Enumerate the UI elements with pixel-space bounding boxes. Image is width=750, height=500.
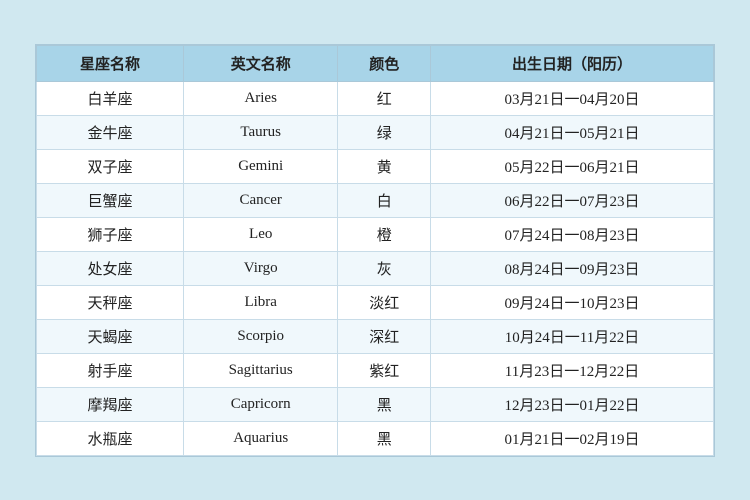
table-cell-2-3: 05月22日一06月21日 xyxy=(430,149,713,183)
table-cell-7-3: 10月24日一11月22日 xyxy=(430,319,713,353)
table-cell-2-2: 黄 xyxy=(338,149,431,183)
table-cell-9-2: 黑 xyxy=(338,387,431,421)
table-body: 白羊座Aries红03月21日一04月20日金牛座Taurus绿04月21日一0… xyxy=(37,81,714,455)
table-cell-7-0: 天蝎座 xyxy=(37,319,184,353)
table-cell-6-1: Libra xyxy=(183,285,337,319)
table-header-col-0: 星座名称 xyxy=(37,45,184,81)
table-cell-0-2: 红 xyxy=(338,81,431,115)
table-row: 天蝎座Scorpio深红10月24日一11月22日 xyxy=(37,319,714,353)
table-cell-10-2: 黑 xyxy=(338,421,431,455)
table-header-row: 星座名称英文名称颜色出生日期（阳历） xyxy=(37,45,714,81)
table-cell-9-1: Capricorn xyxy=(183,387,337,421)
table-cell-8-3: 11月23日一12月22日 xyxy=(430,353,713,387)
table-cell-8-1: Sagittarius xyxy=(183,353,337,387)
table-cell-3-3: 06月22日一07月23日 xyxy=(430,183,713,217)
table-cell-10-3: 01月21日一02月19日 xyxy=(430,421,713,455)
table-cell-5-0: 处女座 xyxy=(37,251,184,285)
table-cell-9-3: 12月23日一01月22日 xyxy=(430,387,713,421)
table-cell-5-2: 灰 xyxy=(338,251,431,285)
table-cell-1-2: 绿 xyxy=(338,115,431,149)
table-header-col-1: 英文名称 xyxy=(183,45,337,81)
table-row: 射手座Sagittarius紫红11月23日一12月22日 xyxy=(37,353,714,387)
table-cell-2-0: 双子座 xyxy=(37,149,184,183)
table-cell-10-0: 水瓶座 xyxy=(37,421,184,455)
table-cell-4-3: 07月24日一08月23日 xyxy=(430,217,713,251)
table-cell-0-0: 白羊座 xyxy=(37,81,184,115)
table-cell-10-1: Aquarius xyxy=(183,421,337,455)
table-cell-3-0: 巨蟹座 xyxy=(37,183,184,217)
table-cell-5-3: 08月24日一09月23日 xyxy=(430,251,713,285)
table-cell-4-2: 橙 xyxy=(338,217,431,251)
table-cell-6-3: 09月24日一10月23日 xyxy=(430,285,713,319)
table-cell-0-3: 03月21日一04月20日 xyxy=(430,81,713,115)
table-header-col-2: 颜色 xyxy=(338,45,431,81)
table-row: 摩羯座Capricorn黑12月23日一01月22日 xyxy=(37,387,714,421)
table-cell-8-2: 紫红 xyxy=(338,353,431,387)
table-row: 天秤座Libra淡红09月24日一10月23日 xyxy=(37,285,714,319)
table-cell-3-2: 白 xyxy=(338,183,431,217)
table-cell-9-0: 摩羯座 xyxy=(37,387,184,421)
table-header-col-3: 出生日期（阳历） xyxy=(430,45,713,81)
table-cell-1-1: Taurus xyxy=(183,115,337,149)
table-row: 金牛座Taurus绿04月21日一05月21日 xyxy=(37,115,714,149)
table-cell-8-0: 射手座 xyxy=(37,353,184,387)
table-cell-7-1: Scorpio xyxy=(183,319,337,353)
zodiac-table: 星座名称英文名称颜色出生日期（阳历） 白羊座Aries红03月21日一04月20… xyxy=(36,45,714,456)
table-row: 水瓶座Aquarius黑01月21日一02月19日 xyxy=(37,421,714,455)
table-cell-3-1: Cancer xyxy=(183,183,337,217)
table-cell-6-0: 天秤座 xyxy=(37,285,184,319)
table-row: 狮子座Leo橙07月24日一08月23日 xyxy=(37,217,714,251)
table-row: 巨蟹座Cancer白06月22日一07月23日 xyxy=(37,183,714,217)
table-cell-1-3: 04月21日一05月21日 xyxy=(430,115,713,149)
table-row: 处女座Virgo灰08月24日一09月23日 xyxy=(37,251,714,285)
zodiac-table-wrapper: 星座名称英文名称颜色出生日期（阳历） 白羊座Aries红03月21日一04月20… xyxy=(35,44,715,457)
table-cell-5-1: Virgo xyxy=(183,251,337,285)
table-row: 双子座Gemini黄05月22日一06月21日 xyxy=(37,149,714,183)
table-cell-0-1: Aries xyxy=(183,81,337,115)
table-cell-1-0: 金牛座 xyxy=(37,115,184,149)
table-cell-4-1: Leo xyxy=(183,217,337,251)
table-cell-4-0: 狮子座 xyxy=(37,217,184,251)
table-cell-6-2: 淡红 xyxy=(338,285,431,319)
table-row: 白羊座Aries红03月21日一04月20日 xyxy=(37,81,714,115)
table-cell-7-2: 深红 xyxy=(338,319,431,353)
table-cell-2-1: Gemini xyxy=(183,149,337,183)
